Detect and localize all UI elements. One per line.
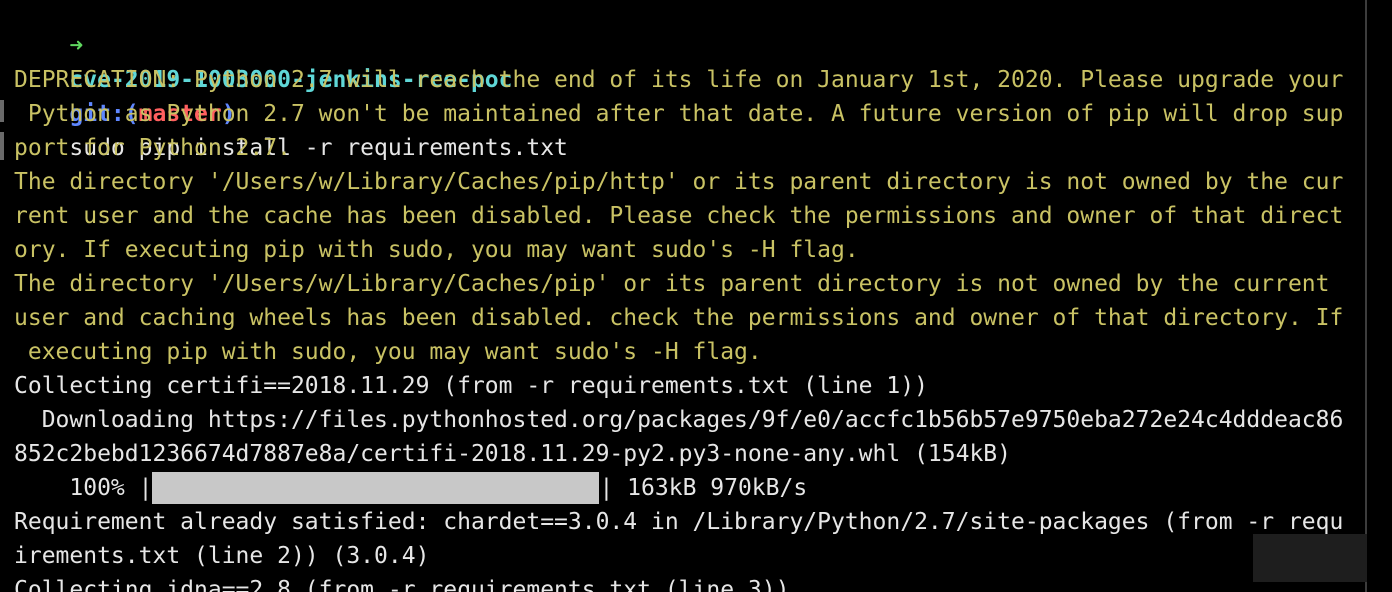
- corner-overlay: [1253, 534, 1367, 582]
- download-url-line-2: 852c2bebd1236674d7887e8a/certifi-2018.11…: [14, 441, 1011, 467]
- left-edge-marker: [0, 132, 4, 160]
- cache-pip-warning-line-2: user and caching wheels has been disable…: [14, 305, 1344, 331]
- left-edge-marker: [0, 100, 4, 122]
- requirement-satisfied-line-2: irements.txt (line 2)) (3.0.4): [14, 543, 430, 569]
- collecting-idna-line: Collecting idna==2.8 (from -r requiremen…: [14, 577, 790, 592]
- cache-http-warning-line-3: ory. If executing pip with sudo, you may…: [14, 237, 859, 263]
- cache-http-warning-line-1: The directory '/Users/w/Library/Caches/p…: [14, 169, 1344, 195]
- requirement-satisfied-line-1: Requirement already satisfied: chardet==…: [14, 509, 1344, 535]
- prompt-line: ➜ cve-2019-1003000-jenkins-rce-poc git:(…: [14, 0, 568, 161]
- cache-pip-warning-line-3: executing pip with sudo, you may want su…: [14, 339, 762, 365]
- progress-bar: [152, 472, 600, 504]
- deprecation-line-3: port for Python 2.7.: [14, 135, 291, 161]
- deprecation-line-2: Python as Python 2.7 won't be maintained…: [14, 101, 1344, 127]
- terminal-window[interactable]: ➜ cve-2019-1003000-jenkins-rce-poc git:(…: [0, 0, 1367, 592]
- progress-line: 100% | | 163kB 970kB/s: [14, 471, 807, 505]
- cache-http-warning-line-2: rent user and the cache has been disable…: [14, 203, 1344, 229]
- prompt-arrow-icon: ➜: [69, 33, 84, 59]
- progress-stats: | 163kB 970kB/s: [599, 475, 808, 501]
- deprecation-line-1: DEPRECATION: Python 2.7 will reach the e…: [14, 67, 1344, 93]
- progress-percent: 100% |: [14, 475, 153, 501]
- cache-pip-warning-line-1: The directory '/Users/w/Library/Caches/p…: [14, 271, 1330, 297]
- collecting-certifi-line: Collecting certifi==2018.11.29 (from -r …: [14, 373, 928, 399]
- download-url-line-1: Downloading https://files.pythonhosted.o…: [14, 407, 1344, 433]
